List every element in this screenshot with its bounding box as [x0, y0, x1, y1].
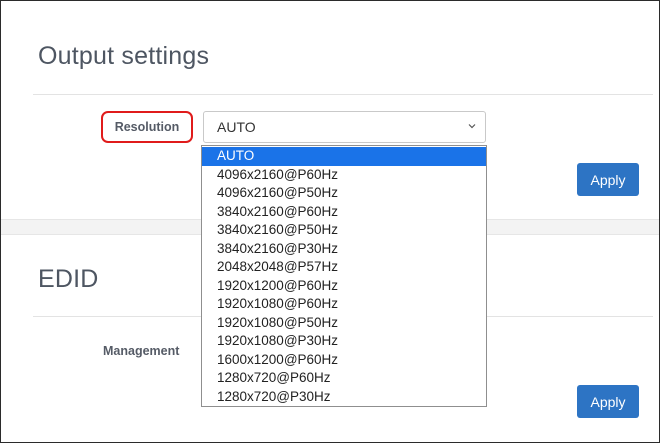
- resolution-option[interactable]: 4096x2160@P60Hz: [202, 166, 486, 185]
- resolution-option[interactable]: AUTO: [202, 147, 486, 166]
- edid-title: EDID: [38, 265, 99, 293]
- resolution-option[interactable]: 1920x1080@P30Hz: [202, 332, 486, 351]
- resolution-select-value: AUTO: [217, 119, 256, 135]
- resolution-option[interactable]: 1600x1200@P60Hz: [202, 351, 486, 370]
- resolution-option[interactable]: 2048x2048@P57Hz: [202, 258, 486, 277]
- output-apply-button[interactable]: Apply: [577, 163, 639, 196]
- resolution-label-highlight: Resolution: [101, 111, 193, 143]
- resolution-select[interactable]: AUTO: [203, 111, 486, 143]
- resolution-option[interactable]: 3840x2160@P60Hz: [202, 203, 486, 222]
- management-label: Management: [103, 344, 180, 358]
- resolution-option[interactable]: 3840x2160@P30Hz: [202, 240, 486, 259]
- resolution-option[interactable]: 1920x1080@P50Hz: [202, 314, 486, 333]
- resolution-option[interactable]: 3840x2160@P50Hz: [202, 221, 486, 240]
- resolution-option[interactable]: 1920x1080@P60Hz: [202, 295, 486, 314]
- resolution-option[interactable]: 4096x2160@P50Hz: [202, 184, 486, 203]
- edid-apply-button[interactable]: Apply: [577, 385, 639, 418]
- resolution-label: Resolution: [114, 120, 180, 134]
- resolution-option[interactable]: 1280x720@P30Hz: [202, 388, 486, 407]
- resolution-option[interactable]: 1920x1200@P60Hz: [202, 277, 486, 296]
- output-settings-title: Output settings: [38, 42, 210, 70]
- output-divider: [33, 94, 653, 95]
- chevron-down-icon: [467, 121, 477, 134]
- resolution-option[interactable]: 1280x720@P60Hz: [202, 369, 486, 388]
- resolution-dropdown-list: AUTO 4096x2160@P60Hz 4096x2160@P50Hz 3840x2…: [201, 145, 487, 407]
